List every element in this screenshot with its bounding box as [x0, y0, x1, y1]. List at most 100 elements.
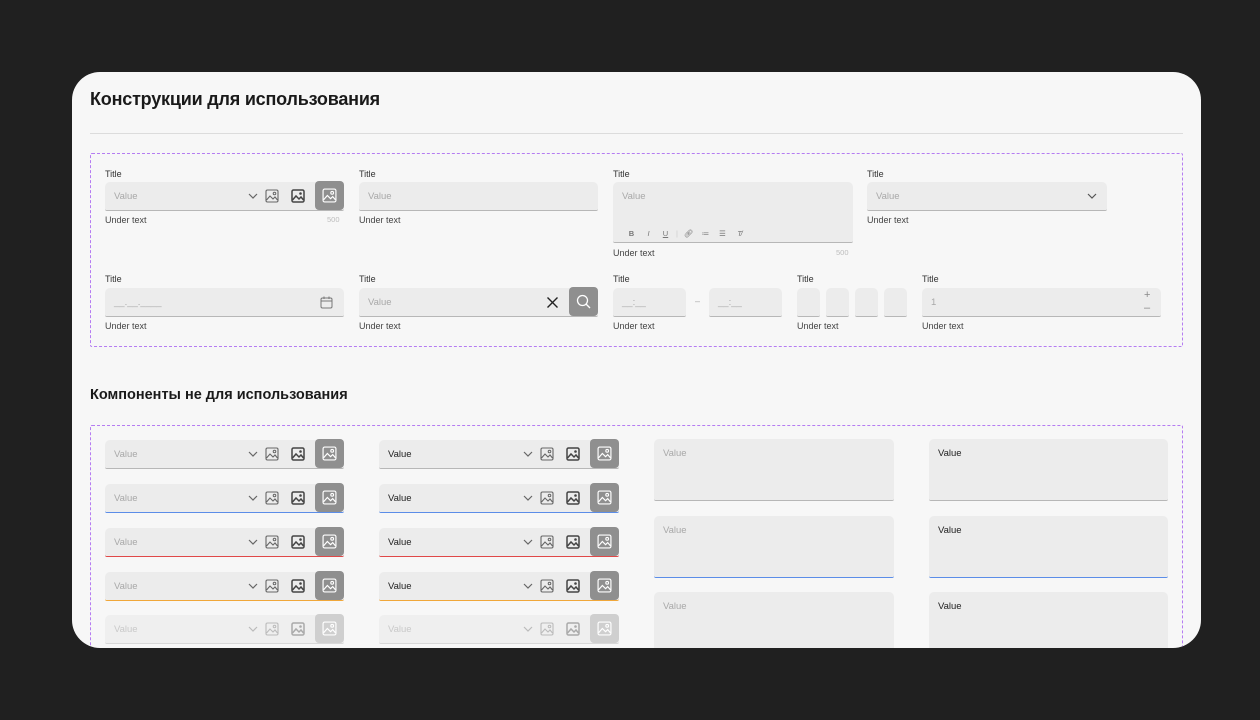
date-input[interactable]: __.__.____: [105, 288, 344, 317]
search-input[interactable]: Value: [359, 287, 598, 317]
image-button[interactable]: [590, 571, 619, 600]
image-button[interactable]: [590, 439, 619, 468]
image-button[interactable]: [315, 571, 344, 600]
select-with-icons-filled-focus[interactable]: Value: [379, 483, 619, 513]
image-button[interactable]: [315, 181, 344, 210]
bold-button[interactable]: B: [623, 229, 640, 238]
select-with-icons-filled-warning[interactable]: Value: [379, 571, 619, 601]
chevron-down-icon[interactable]: [248, 582, 258, 590]
under-text: Under text: [867, 215, 909, 225]
image-icon[interactable]: [540, 579, 554, 593]
textarea-focus[interactable]: Value: [654, 516, 894, 578]
under-text: Under text: [105, 321, 147, 331]
select-with-icons-focus[interactable]: Value: [105, 483, 344, 513]
image-button[interactable]: [315, 439, 344, 468]
image-icon[interactable]: [566, 579, 580, 593]
select-with-icons-field[interactable]: Value: [105, 181, 344, 211]
textarea-filled-error[interactable]: Value: [929, 592, 1168, 648]
clear-format-icon[interactable]: T̸: [731, 229, 748, 238]
chevron-down-icon: [523, 626, 533, 632]
field-value: __:__: [718, 297, 742, 308]
image-icon: [322, 578, 337, 593]
field-value: Value: [114, 624, 138, 635]
image-icon: [322, 188, 337, 203]
italic-button[interactable]: I: [640, 229, 657, 238]
textarea-filled-focus[interactable]: Value: [929, 516, 1168, 578]
field-title: Title: [359, 274, 376, 284]
chevron-down-icon[interactable]: [1087, 192, 1097, 200]
image-button: [590, 614, 619, 643]
field-title: Title: [613, 274, 630, 284]
chevron-down-icon[interactable]: [523, 582, 533, 590]
range-separator: –: [695, 296, 701, 306]
image-button[interactable]: [590, 527, 619, 556]
image-icon: [322, 446, 337, 461]
field-value: Value: [114, 191, 138, 202]
select-with-icons-warning[interactable]: Value: [105, 571, 344, 601]
image-icon[interactable]: [265, 579, 279, 593]
decrement-button[interactable]: –: [1144, 303, 1150, 314]
image-icon[interactable]: [265, 491, 279, 505]
select-with-icons-filled-error[interactable]: Value: [379, 527, 619, 557]
select-field[interactable]: Value: [867, 182, 1107, 211]
field-value: Value: [388, 624, 412, 635]
calendar-icon[interactable]: [320, 296, 333, 309]
image-icon[interactable]: [265, 189, 279, 203]
image-icon[interactable]: [291, 447, 305, 461]
image-icon[interactable]: [265, 535, 279, 549]
text-input[interactable]: Value: [359, 182, 598, 211]
image-icon[interactable]: [540, 447, 554, 461]
image-icon: [322, 534, 337, 549]
chevron-down-icon[interactable]: [523, 538, 533, 546]
image-button[interactable]: [315, 483, 344, 512]
select-with-icons-filled-default[interactable]: Value: [379, 439, 619, 469]
code-cell[interactable]: [826, 288, 849, 317]
image-icon[interactable]: [265, 447, 279, 461]
time-to-input[interactable]: __:__: [709, 288, 782, 317]
image-button[interactable]: [590, 483, 619, 512]
image-icon[interactable]: [566, 447, 580, 461]
chevron-down-icon[interactable]: [248, 450, 258, 458]
time-from-input[interactable]: __:__: [613, 288, 686, 317]
chevron-down-icon[interactable]: [523, 450, 533, 458]
underline-button[interactable]: U: [657, 229, 674, 238]
increment-button[interactable]: +: [1144, 290, 1150, 301]
textarea-filled-default[interactable]: Value: [929, 439, 1168, 501]
textarea-error[interactable]: Value: [654, 592, 894, 648]
image-icon[interactable]: [291, 491, 305, 505]
under-text: Under text: [359, 215, 401, 225]
image-icon[interactable]: [291, 535, 305, 549]
image-icon[interactable]: [540, 535, 554, 549]
rich-textarea[interactable]: Value B I U | 🔗︎ ≔ ☰ T̸: [613, 182, 853, 243]
image-icon: [597, 534, 612, 549]
field-value: Value: [114, 581, 138, 592]
link-icon[interactable]: 🔗︎: [680, 229, 697, 238]
select-with-icons-default[interactable]: Value: [105, 439, 344, 469]
field-title: Title: [867, 169, 884, 179]
bullet-list-icon[interactable]: ☰: [714, 229, 731, 238]
chevron-down-icon[interactable]: [248, 192, 258, 200]
image-button[interactable]: [315, 527, 344, 556]
chevron-down-icon[interactable]: [248, 494, 258, 502]
ordered-list-icon[interactable]: ≔: [697, 229, 714, 238]
image-icon[interactable]: [566, 491, 580, 505]
image-icon[interactable]: [566, 535, 580, 549]
chevron-down-icon[interactable]: [523, 494, 533, 502]
code-cell[interactable]: [797, 288, 820, 317]
code-cell[interactable]: [855, 288, 878, 317]
search-button[interactable]: [569, 287, 598, 316]
close-icon[interactable]: [546, 296, 559, 309]
image-icon[interactable]: [291, 189, 305, 203]
under-text: Under text: [359, 321, 401, 331]
field-title: Title: [922, 274, 939, 284]
image-icon[interactable]: [291, 579, 305, 593]
chevron-down-icon: [248, 626, 258, 632]
textarea-default[interactable]: Value: [654, 439, 894, 501]
field-title: Title: [797, 274, 814, 284]
code-cell[interactable]: [884, 288, 907, 317]
under-text: Under text: [613, 321, 655, 331]
number-stepper[interactable]: 1 + –: [922, 288, 1161, 317]
select-with-icons-error[interactable]: Value: [105, 527, 344, 557]
chevron-down-icon[interactable]: [248, 538, 258, 546]
image-icon[interactable]: [540, 491, 554, 505]
